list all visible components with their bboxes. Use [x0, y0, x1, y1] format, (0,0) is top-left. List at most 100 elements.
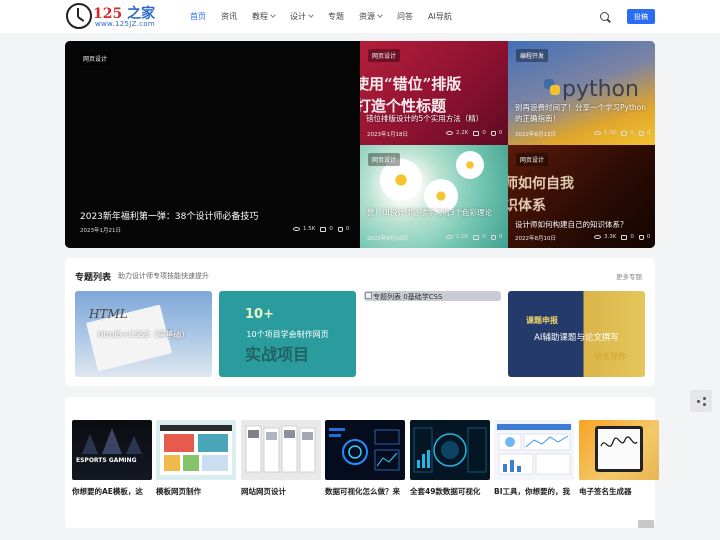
tile-image-text: python — [562, 77, 639, 102]
post-stats: 1.0K 0 0 — [446, 234, 502, 240]
hero-tile-3[interactable]: 网页设计 赞！UI设计师必须学习的3个色彩理论 2022年8月10日 1.0K … — [360, 145, 508, 248]
topic-caption[interactable]: Html5+CSS3（零基础） — [75, 329, 212, 340]
gallery-caption[interactable]: 模板网页制作 — [156, 486, 236, 497]
hero-main-post[interactable]: 网页设计 2023新年福利第一弹：38个设计师必备技巧 2023年1月21日 1… — [65, 41, 360, 248]
gallery-item[interactable]: 模板网页制作 — [156, 420, 236, 497]
eye-icon — [293, 227, 300, 231]
nav-design[interactable]: 设计 — [290, 11, 314, 22]
nav-home[interactable]: 首页 — [190, 11, 206, 22]
thumbs-up-icon — [490, 130, 496, 136]
more-topics-link[interactable]: 更多专题 — [616, 271, 642, 281]
nav-ai[interactable]: AI导航 — [428, 11, 452, 22]
post-stats: 1.5K 0 0 — [594, 130, 650, 136]
post-tag[interactable]: 网页设计 — [79, 52, 112, 65]
hero-tile-1[interactable]: 使用“错位”排版 打造个性标题 网页设计 错位排版设计的5个实用方法（精） 20… — [360, 41, 508, 145]
post-stats: 3.3K 0 0 — [594, 234, 650, 240]
topic-image-text: 课题申报 — [526, 316, 558, 325]
topic-card[interactable]: 10+ 10个项目学会制作网页 实战项目 — [219, 291, 356, 377]
topic-caption[interactable]: 0基础学CSS — [403, 293, 442, 301]
gallery-thumbnail[interactable]: ESPORTS GAMING — [72, 420, 152, 480]
broken-image-icon — [365, 292, 372, 299]
post-stats: 1.5K 0 0 — [293, 226, 349, 232]
section-subtitle: 助力设计师专项技能快速提升 — [118, 272, 209, 280]
section-title: 专题列表 — [75, 273, 112, 283]
topic-card[interactable]: HTML Html5+CSS3（零基础） — [75, 291, 212, 377]
web-template-graphic — [160, 425, 232, 475]
gallery-thumbnail[interactable] — [325, 420, 405, 480]
gallery-item[interactable]: 全套49款数据可视化 — [410, 420, 490, 497]
eye-icon — [446, 235, 453, 239]
gallery-caption[interactable]: 数据可视化怎么做？来 — [325, 486, 405, 497]
post-tag[interactable]: 网页设计 — [368, 49, 401, 62]
post-title[interactable]: 2023新年福利第一弹：38个设计师必备技巧 — [80, 209, 258, 222]
hero-tile-4[interactable]: 师如何自我 识体系 网页设计 设计师如何构建自己的知识体系？ 2022年8月10… — [508, 145, 655, 248]
topic-image-text: 论文写作 — [594, 352, 626, 361]
gallery-caption[interactable]: 电子签名生成器 — [579, 486, 659, 497]
search-icon[interactable] — [600, 12, 609, 21]
gallery-thumbnail[interactable] — [156, 420, 236, 480]
share-button[interactable] — [690, 390, 712, 412]
comment-icon — [473, 130, 480, 136]
post-date: 2023年1月18日 — [367, 132, 408, 138]
comment-icon — [621, 130, 628, 136]
chevron-down-icon — [308, 12, 314, 18]
gaming-figures-graphic — [82, 428, 142, 454]
nav-topics[interactable]: 专题 — [328, 11, 344, 22]
data-viz-graphic — [413, 427, 487, 473]
nav-resources[interactable]: 资源 — [359, 11, 383, 22]
post-title[interactable]: 错位排版设计的5个实用方法（精） — [366, 113, 506, 124]
post-tag[interactable]: 编程开发 — [516, 49, 549, 62]
post-date: 2022年8月10日 — [367, 236, 408, 242]
gallery-item[interactable]: ESPORTS GAMING 你想要的AE模板，这 — [72, 420, 152, 497]
main-nav: 首页 资讯 教程 设计 专题 资源 问答 AI导航 — [190, 0, 467, 33]
topic-card[interactable]: 课题申报 AI辅助课题与论文撰写 论文写作 — [508, 291, 645, 377]
comment-icon — [621, 234, 628, 240]
topic-caption[interactable]: 10个项目学会制作网页 — [219, 329, 356, 340]
comment-icon — [320, 226, 327, 232]
topic-card[interactable]: 专题列表 0基础学CSS — [364, 291, 501, 377]
thumbs-up-icon — [337, 226, 343, 232]
post-title[interactable]: 设计师如何构建自己的知识体系？ — [515, 219, 649, 230]
thumbs-up-icon — [638, 130, 644, 136]
topic-image-text: 10+ — [245, 307, 274, 322]
hero-tile-2[interactable]: python 编程开发 别再浪费时间了！分享一个学习Python的正确指南！ 2… — [508, 41, 655, 145]
scroll-indicator[interactable] — [638, 520, 654, 528]
logo-url: www.125JZ.com — [95, 20, 156, 28]
site-header: 125 之家 www.125JZ.com 首页 资讯 教程 设计 专题 资源 问… — [0, 0, 720, 33]
gallery-caption[interactable]: 全套49款数据可视化 — [410, 486, 490, 497]
gallery-thumbnail[interactable] — [410, 420, 490, 480]
gallery-caption[interactable]: 你想要的AE模板，这 — [72, 486, 152, 497]
gallery-item[interactable]: 网站网页设计 — [241, 420, 321, 497]
nav-news[interactable]: 资讯 — [221, 11, 237, 22]
tile-image-text: 使用“错位”排版 — [360, 75, 462, 93]
post-date: 2023年1月21日 — [80, 228, 121, 234]
comment-icon — [473, 234, 480, 240]
topic-image-alt: 专题列表 0基础学CSS — [373, 293, 443, 301]
post-title[interactable]: 赞！UI设计师必须学习的3个色彩理论 — [367, 207, 501, 218]
gallery-caption[interactable]: 网站网页设计 — [241, 486, 321, 497]
flower-graphic — [456, 151, 484, 179]
contribute-button[interactable]: 投稿 — [627, 9, 655, 24]
gallery-caption[interactable]: BI工具，你想要的，我 — [494, 486, 574, 497]
thumbnail-text: ESPORTS GAMING — [76, 457, 137, 464]
gallery-item[interactable]: BI工具，你想要的，我 — [494, 420, 574, 497]
nav-qa[interactable]: 问答 — [397, 11, 413, 22]
chevron-down-icon — [270, 12, 276, 18]
gallery-item[interactable]: 电子签名生成器 — [579, 420, 659, 497]
post-tag[interactable]: 网页设计 — [516, 153, 549, 166]
eye-icon — [594, 131, 601, 135]
gallery-thumbnail[interactable] — [494, 420, 574, 480]
post-tag[interactable]: 网页设计 — [368, 153, 401, 166]
nav-tutorials[interactable]: 教程 — [252, 11, 276, 22]
gallery-thumbnail[interactable] — [579, 420, 659, 480]
site-logo[interactable]: 125 之家 www.125JZ.com — [66, 3, 176, 30]
post-title[interactable]: 别再浪费时间了！分享一个学习Python的正确指南！ — [515, 102, 647, 124]
broken-image-bar: 专题列表 0基础学CSS — [364, 291, 501, 301]
gallery-thumbnail[interactable] — [241, 420, 321, 480]
eye-icon — [446, 131, 453, 135]
gallery-item[interactable]: 数据可视化怎么做？来 — [325, 420, 405, 497]
resource-gallery: ESPORTS GAMING 你想要的AE模板，这 模板网页制作 网站网页设计 … — [65, 397, 659, 528]
topic-image-text: 实战项目 — [245, 345, 310, 364]
topic-caption[interactable]: AI辅助课题与论文撰写 — [508, 331, 645, 343]
data-viz-graphic — [329, 428, 400, 471]
